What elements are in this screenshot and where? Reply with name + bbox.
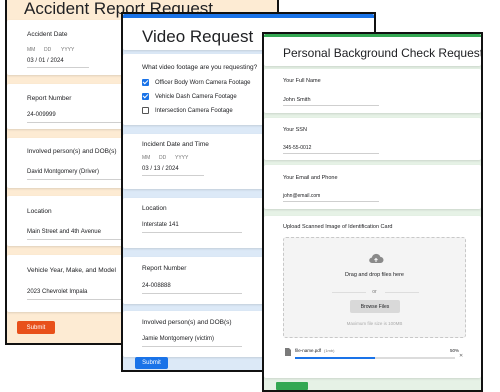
input-underline bbox=[142, 346, 242, 347]
drop-instructions: Drag and drop files here bbox=[344, 272, 404, 278]
input-underline bbox=[283, 153, 379, 154]
question-label: Your SSN bbox=[283, 127, 307, 133]
accident-title-section: Accident Report Request bbox=[7, 0, 277, 18]
progress-percent: 50% bbox=[450, 348, 460, 353]
vehicle-input[interactable]: 2023 Chevrolet Impala bbox=[27, 289, 87, 295]
question-label: Upload Scanned Image of Identification C… bbox=[283, 224, 393, 230]
page-title: Video Request bbox=[142, 27, 254, 46]
browse-files-button[interactable]: Browse Files bbox=[350, 300, 400, 313]
question-label: Location bbox=[142, 205, 167, 212]
input-underline bbox=[27, 67, 89, 68]
date-part-label: MM bbox=[142, 155, 151, 161]
input-underline bbox=[283, 201, 379, 202]
file-icon bbox=[285, 348, 291, 356]
question-label: Your Full Name bbox=[283, 78, 321, 84]
date-part-label: DD bbox=[44, 47, 52, 53]
checkbox-body-cam[interactable] bbox=[142, 79, 149, 86]
date-part-label: DD bbox=[159, 155, 167, 161]
file-size: (1mb) bbox=[324, 348, 335, 353]
input-underline bbox=[142, 175, 204, 176]
question-label: Report Number bbox=[27, 95, 72, 102]
page-title: Personal Background Check Request bbox=[283, 46, 483, 60]
ssn-input[interactable]: 345-55-0012 bbox=[283, 145, 311, 151]
persons-input[interactable]: David Montgomery (Driver) bbox=[27, 169, 99, 175]
file-name: file-name.pdf bbox=[295, 348, 322, 353]
input-underline bbox=[283, 105, 379, 106]
background-title-section: Personal Background Check Request bbox=[264, 34, 481, 66]
date-part-label: YYYY bbox=[175, 155, 189, 161]
date-part-label: MM bbox=[27, 47, 36, 53]
upload-question: Upload Scanned Image of Identification C… bbox=[264, 216, 481, 378]
checkbox-label: Officer Body Worn Camera Footage bbox=[155, 80, 251, 86]
submit-button[interactable]: Submit bbox=[135, 357, 168, 369]
incident-date-input[interactable]: 03 / 13 / 2024 bbox=[142, 166, 179, 172]
submit-button[interactable]: Submit bbox=[17, 321, 55, 334]
input-underline bbox=[142, 293, 242, 294]
question-label: Vehicle Year, Make, and Model bbox=[27, 267, 116, 274]
submit-button[interactable] bbox=[276, 382, 308, 390]
checkbox-intersection-cam[interactable] bbox=[142, 107, 149, 114]
report-number-input[interactable]: 24-009999 bbox=[27, 112, 56, 118]
video-persons-input[interactable]: Jamie Montgomery (victim) bbox=[142, 336, 214, 342]
input-underline bbox=[27, 122, 127, 123]
question-label: What video footage are you requesting? bbox=[142, 64, 258, 71]
question-label: Your Email and Phone bbox=[283, 175, 338, 181]
question-label: Accident Date bbox=[27, 31, 68, 38]
email-input[interactable]: john@email.com bbox=[283, 193, 320, 199]
cloud-upload-icon bbox=[369, 253, 384, 264]
input-underline bbox=[142, 232, 242, 233]
question-label: Location bbox=[27, 208, 52, 215]
uploaded-file-row: file-name.pdf (1mb) 50% ✕ bbox=[283, 346, 466, 368]
divider bbox=[385, 292, 419, 293]
max-size-note: Maximum file size is 100MB bbox=[346, 321, 403, 326]
video-location-input[interactable]: Interstate 141 bbox=[142, 222, 179, 228]
name-question: Your Full Name John Smith bbox=[264, 69, 481, 113]
checkbox-dash-cam[interactable] bbox=[142, 93, 149, 100]
input-underline bbox=[27, 179, 127, 180]
ssn-question: Your SSN 345-55-0012 bbox=[264, 118, 481, 160]
checkbox-label: Intersection Camera Footage bbox=[155, 108, 233, 114]
close-icon[interactable]: ✕ bbox=[459, 353, 463, 359]
video-report-input[interactable]: 24-008888 bbox=[142, 283, 171, 289]
accident-date-input[interactable]: 03 / 01 / 2024 bbox=[27, 58, 64, 64]
checkbox-label: Vehicle Dash Camera Footage bbox=[155, 94, 237, 100]
file-drop-zone[interactable]: Drag and drop files here or Browse Files… bbox=[283, 237, 466, 338]
question-label: Report Number bbox=[142, 265, 187, 272]
input-underline bbox=[27, 299, 127, 300]
location-input[interactable]: Main Street and 4th Avenue bbox=[27, 229, 101, 235]
name-input[interactable]: John Smith bbox=[283, 97, 311, 103]
upload-progress-fill bbox=[295, 357, 375, 359]
input-underline bbox=[27, 239, 127, 240]
or-text: or bbox=[372, 289, 377, 295]
question-label: Involved person(s) and DOB(s) bbox=[27, 148, 117, 155]
email-question: Your Email and Phone john@email.com bbox=[264, 165, 481, 209]
question-label: Involved person(s) and DOB(s) bbox=[142, 319, 232, 326]
upload-progress-bar bbox=[295, 357, 455, 359]
background-check-form: Personal Background Check Request Your F… bbox=[262, 32, 483, 392]
date-part-label: YYYY bbox=[61, 47, 75, 53]
question-label: Incident Date and Time bbox=[142, 141, 209, 148]
